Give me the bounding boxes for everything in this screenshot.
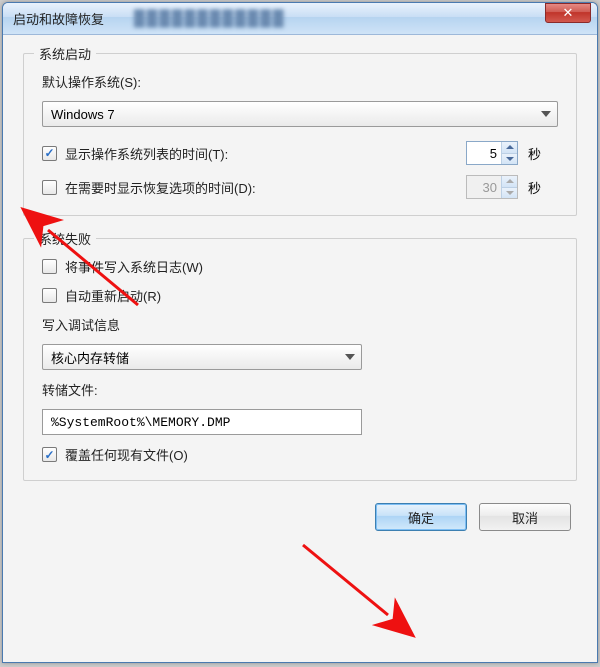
group-system-startup: 系统启动 默认操作系统(S): Windows 7 显示操作系统列表的时间(T)… [23,53,577,216]
write-event-label: 将事件写入系统日志(W) [65,257,203,276]
group-startup-legend: 系统启动 [34,44,96,63]
auto-restart-checkbox[interactable] [42,288,57,303]
show-os-list-seconds-spinner[interactable]: 5 [466,141,518,165]
seconds-unit: 秒 [528,144,558,163]
overwrite-label: 覆盖任何现有文件(O) [65,445,188,464]
chevron-down-icon [345,354,355,360]
overwrite-checkbox[interactable] [42,447,57,462]
auto-restart-label: 自动重新启动(R) [65,286,161,305]
footer-buttons: 确定 取消 [23,503,577,531]
group-failure-legend: 系统失败 [34,229,96,248]
seconds-unit: 秒 [528,178,558,197]
spinner-down-icon[interactable] [502,153,517,165]
ok-button-label: 确定 [408,508,434,527]
cancel-button[interactable]: 取消 [479,503,571,531]
default-os-value: Windows 7 [51,107,115,122]
show-os-list-label: 显示操作系统列表的时间(T): [65,144,228,163]
titlebar-blurred-text: ████████████ [134,10,286,27]
dump-file-value: %SystemRoot%\MEMORY.DMP [51,415,230,430]
chevron-down-icon [541,111,551,117]
client-area: 系统启动 默认操作系统(S): Windows 7 显示操作系统列表的时间(T)… [3,35,597,662]
dump-file-label: 转储文件: [42,380,98,399]
show-recovery-label: 在需要时显示恢复选项的时间(D): [65,178,256,197]
spinner-up-icon [502,176,517,187]
ok-button[interactable]: 确定 [375,503,467,531]
dialog-window: 启动和故障恢复 ████████████ ✕ 系统启动 默认操作系统(S): W… [2,2,598,663]
write-event-checkbox[interactable] [42,259,57,274]
debug-info-dropdown[interactable]: 核心内存转储 [42,344,362,370]
close-button[interactable]: ✕ [545,3,591,23]
show-recovery-checkbox[interactable] [42,180,57,195]
show-os-list-seconds-value: 5 [467,146,501,161]
spinner-down-icon [502,187,517,199]
show-recovery-seconds-spinner: 30 [466,175,518,199]
show-os-list-checkbox[interactable] [42,146,57,161]
dump-file-field[interactable]: %SystemRoot%\MEMORY.DMP [42,409,362,435]
debug-info-label: 写入调试信息 [42,315,120,334]
spinner-up-icon[interactable] [502,142,517,153]
debug-info-value: 核心内存转储 [51,348,129,367]
group-system-failure: 系统失败 将事件写入系统日志(W) 自动重新启动(R) 写入调试信息 核心内存转… [23,238,577,481]
titlebar[interactable]: 启动和故障恢复 ████████████ ✕ [3,3,597,35]
window-title: 启动和故障恢复 [13,9,104,28]
default-os-label: 默认操作系统(S): [42,72,141,91]
default-os-dropdown[interactable]: Windows 7 [42,101,558,127]
show-recovery-seconds-value: 30 [467,180,501,195]
cancel-button-label: 取消 [512,508,538,527]
close-icon: ✕ [563,5,574,21]
